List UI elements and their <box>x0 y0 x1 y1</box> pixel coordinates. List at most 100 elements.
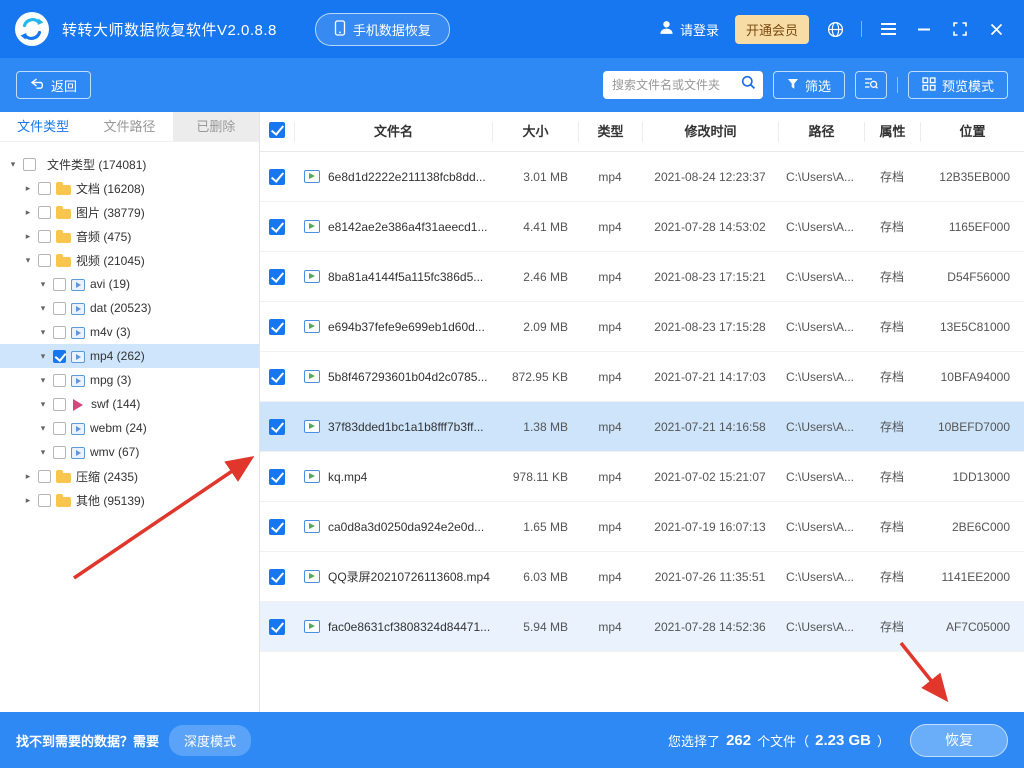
tree-item[interactable]: ▸ 其他 (95139) <box>0 488 259 512</box>
expander-icon[interactable]: ▾ <box>38 447 48 458</box>
file-name: 5b8f467293601b04d2c0785... <box>328 369 488 384</box>
column-header-mtime[interactable]: 修改时间 <box>642 121 778 142</box>
login-button[interactable]: 请登录 <box>659 20 719 39</box>
tree-item[interactable]: ▸ 图片 (38779) <box>0 200 259 224</box>
column-header-path[interactable]: 路径 <box>778 121 864 142</box>
tree-checkbox[interactable] <box>38 229 51 243</box>
search-icon[interactable] <box>741 75 756 95</box>
advanced-search-button[interactable] <box>854 71 887 99</box>
search-input[interactable] <box>609 77 737 93</box>
tree-checkbox[interactable] <box>38 493 51 507</box>
tree-item[interactable]: ▸ 音频 (475) <box>0 224 259 248</box>
expander-icon[interactable]: ▸ <box>23 183 33 194</box>
select-all-checkbox[interactable] <box>269 121 285 138</box>
tree-checkbox[interactable] <box>53 301 66 315</box>
menu-button[interactable] <box>878 19 898 39</box>
tree-checkbox[interactable] <box>23 157 36 171</box>
tree-item[interactable]: ▾ webm (24) <box>0 416 259 440</box>
deep-mode-button[interactable]: 深度模式 <box>169 724 252 756</box>
globe-icon[interactable] <box>825 19 845 39</box>
tree-item[interactable]: ▾ swf (144) <box>0 392 259 416</box>
tree-item[interactable]: ▾ wmv (67) <box>0 440 259 464</box>
row-checkbox[interactable] <box>269 268 285 285</box>
expander-icon[interactable]: ▾ <box>38 375 48 386</box>
tree-item[interactable]: ▾ 视频 (21045) <box>0 248 259 272</box>
table-row[interactable]: 8ba81a4144f5a115fc386d5... 2.46 MB mp4 2… <box>260 252 1024 302</box>
expander-icon[interactable]: ▸ <box>23 471 33 482</box>
row-checkbox[interactable] <box>269 168 285 185</box>
table-row[interactable]: kq.mp4 978.11 KB mp4 2021-07-02 15:21:07… <box>260 452 1024 502</box>
tree-item-icon <box>56 230 71 243</box>
tree-checkbox[interactable] <box>53 421 66 435</box>
minimize-button[interactable] <box>914 19 934 39</box>
preview-mode-button[interactable]: 预览模式 <box>907 71 1008 99</box>
file-modified-time: 2021-08-23 17:15:21 <box>654 269 766 284</box>
tree-checkbox[interactable] <box>53 445 66 459</box>
file-modified-time: 2021-07-28 14:52:36 <box>654 619 766 634</box>
back-button[interactable]: 返回 <box>16 71 92 99</box>
table-row[interactable]: e8142ae2e386a4f31aeecd1... 4.41 MB mp4 2… <box>260 202 1024 252</box>
column-header-filename[interactable]: 文件名 <box>294 121 492 142</box>
tab-file-type[interactable]: 文件类型 <box>0 112 87 141</box>
tab-file-path[interactable]: 文件路径 <box>86 112 173 141</box>
expander-icon[interactable]: ▸ <box>23 231 33 242</box>
tab-deleted[interactable]: 已删除 <box>172 112 259 141</box>
phone-recovery-button[interactable]: 手机数据恢复 <box>314 12 450 46</box>
tree-checkbox[interactable] <box>38 181 51 195</box>
expander-icon[interactable]: ▾ <box>8 159 18 170</box>
expander-icon[interactable]: ▾ <box>38 351 48 362</box>
column-header-location[interactable]: 位置 <box>920 121 1024 142</box>
table-row[interactable]: QQ录屏20210726113608.mp4 6.03 MB mp4 2021-… <box>260 552 1024 602</box>
expander-icon[interactable]: ▾ <box>38 303 48 314</box>
tree-item[interactable]: ▾ mp4 (262) <box>0 344 259 368</box>
close-button[interactable] <box>986 19 1006 39</box>
row-checkbox[interactable] <box>269 518 285 535</box>
tree-checkbox[interactable] <box>53 373 66 387</box>
row-checkbox[interactable] <box>269 418 285 435</box>
grid-icon <box>922 76 936 94</box>
expander-icon[interactable]: ▾ <box>23 255 33 266</box>
expander-icon[interactable]: ▸ <box>23 207 33 218</box>
tree-item[interactable]: ▸ 压缩 (2435) <box>0 464 259 488</box>
tree-checkbox[interactable] <box>53 397 66 411</box>
expander-icon[interactable]: ▾ <box>38 399 48 410</box>
filter-button[interactable]: 筛选 <box>772 71 845 99</box>
tree-item[interactable]: ▾ avi (19) <box>0 272 259 296</box>
column-header-type[interactable]: 类型 <box>578 121 642 142</box>
row-checkbox[interactable] <box>269 318 285 335</box>
tree-item[interactable]: ▾ mpg (3) <box>0 368 259 392</box>
column-header-attr[interactable]: 属性 <box>864 121 920 142</box>
file-location: 13E5C81000 <box>939 319 1010 334</box>
tree-checkbox[interactable] <box>38 205 51 219</box>
table-row[interactable]: 5b8f467293601b04d2c0785... 872.95 KB mp4… <box>260 352 1024 402</box>
row-checkbox[interactable] <box>269 368 285 385</box>
file-location: D54F56000 <box>947 269 1010 284</box>
tree-checkbox[interactable] <box>53 277 66 291</box>
tree-checkbox[interactable] <box>38 253 51 267</box>
tree-item[interactable]: ▸ 文档 (16208) <box>0 176 259 200</box>
tree-item[interactable]: ▾ 文件类型 (174081) <box>0 152 259 176</box>
maximize-button[interactable] <box>950 19 970 39</box>
tree-checkbox[interactable] <box>53 349 66 363</box>
expander-icon[interactable]: ▾ <box>38 423 48 434</box>
table-row[interactable]: ca0d8a3d0250da924e2e0d... 1.65 MB mp4 20… <box>260 502 1024 552</box>
file-size: 6.03 MB <box>523 569 568 584</box>
row-checkbox[interactable] <box>269 618 285 635</box>
column-header-size[interactable]: 大小 <box>492 121 578 142</box>
expander-icon[interactable]: ▾ <box>38 279 48 290</box>
expander-icon[interactable]: ▾ <box>38 327 48 338</box>
tree-item[interactable]: ▾ dat (20523) <box>0 296 259 320</box>
table-row[interactable]: 37f83dded1bc1a1b8fff7b3ff... 1.38 MB mp4… <box>260 402 1024 452</box>
table-row[interactable]: fac0e8631cf3808324d84471... 5.94 MB mp4 … <box>260 602 1024 652</box>
expander-icon[interactable]: ▸ <box>23 495 33 506</box>
row-checkbox[interactable] <box>269 468 285 485</box>
row-checkbox[interactable] <box>269 218 285 235</box>
recover-button[interactable]: 恢复 <box>910 723 1008 757</box>
tree-checkbox[interactable] <box>53 325 66 339</box>
table-row[interactable]: 6e8d1d2222e211138fcb8dd... 3.01 MB mp4 2… <box>260 152 1024 202</box>
table-row[interactable]: e694b37fefe9e699eb1d60d... 2.09 MB mp4 2… <box>260 302 1024 352</box>
row-checkbox[interactable] <box>269 568 285 585</box>
tree-checkbox[interactable] <box>38 469 51 483</box>
vip-button[interactable]: 开通会员 <box>734 14 809 44</box>
tree-item[interactable]: ▾ m4v (3) <box>0 320 259 344</box>
